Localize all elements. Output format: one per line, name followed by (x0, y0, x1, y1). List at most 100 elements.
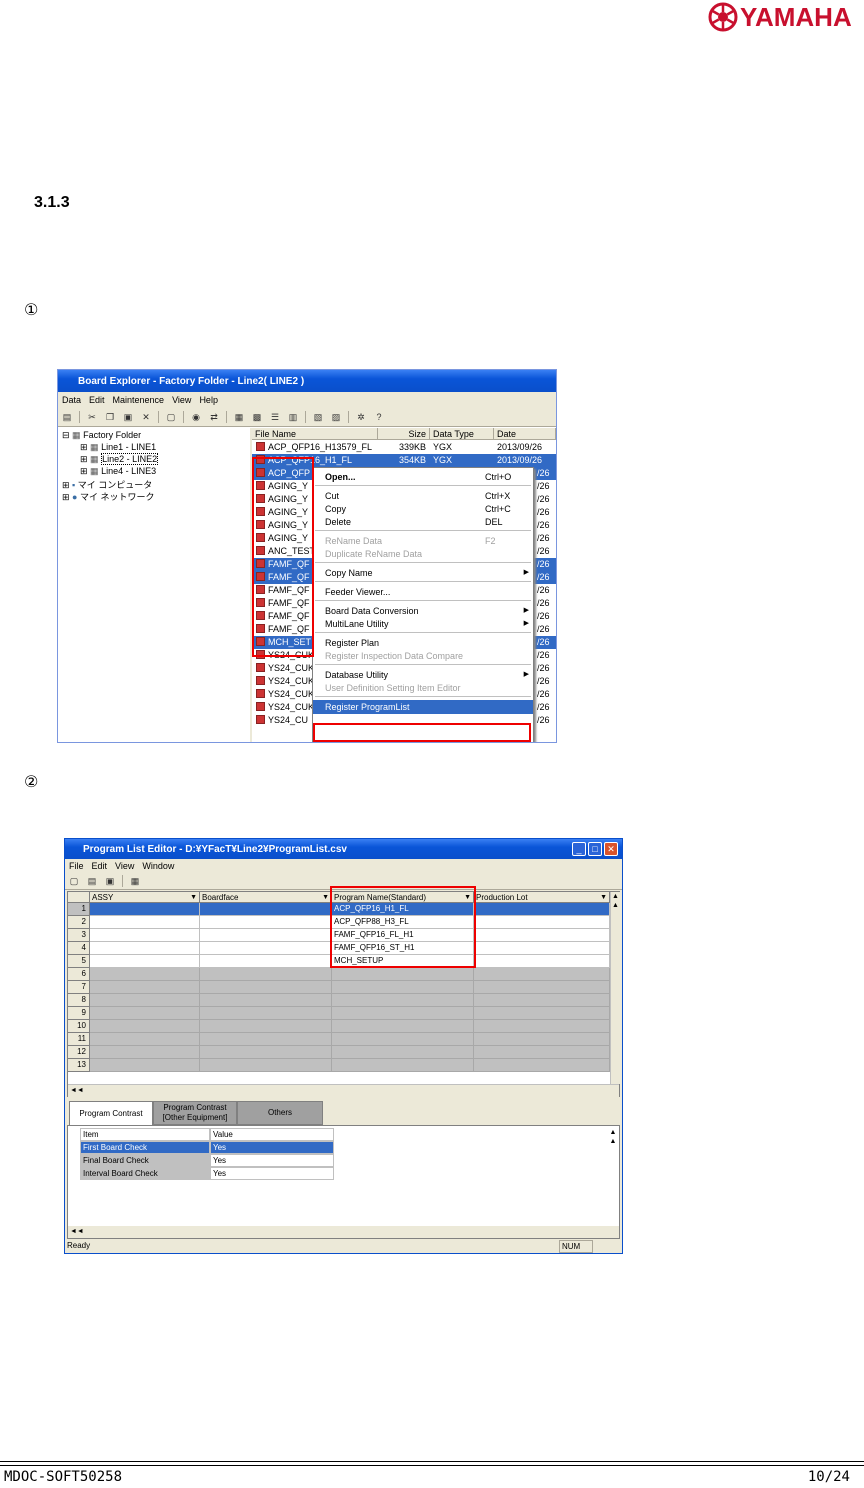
grid-cell[interactable] (332, 1059, 474, 1072)
context-menu-item[interactable]: Feeder Viewer... (313, 585, 533, 599)
property-value[interactable]: Yes (210, 1154, 334, 1167)
table-row[interactable]: 7 (68, 981, 610, 994)
tab-others[interactable]: Others (237, 1101, 323, 1125)
delete-icon[interactable]: ✕ (139, 411, 153, 423)
column-assy[interactable]: ASSY ▼ (90, 892, 200, 903)
table-row[interactable]: 10 (68, 1020, 610, 1033)
grid-cell[interactable] (332, 1046, 474, 1059)
program-list-editor-titlebar[interactable]: Program List Editor - D:¥YFacT¥Line2¥Pro… (65, 839, 622, 859)
property-value[interactable]: Yes (210, 1141, 334, 1154)
context-menu-item[interactable]: Open... Ctrl+O (313, 470, 533, 484)
grid-cell[interactable] (200, 955, 332, 968)
table-row[interactable]: 12 (68, 1046, 610, 1059)
grid-cell[interactable] (474, 903, 610, 916)
menu-edit[interactable]: Edit (92, 861, 108, 871)
property-row[interactable]: Interval Board Check Yes (80, 1167, 334, 1180)
property-scrollbar[interactable]: ▲ ▲ (608, 1128, 618, 1224)
image-icon[interactable]: ▧ (311, 411, 325, 423)
board-explorer-titlebar[interactable]: Board Explorer - Factory Folder - Line2(… (58, 370, 556, 392)
menu-edit[interactable]: Edit (89, 395, 105, 405)
grid-cell[interactable] (90, 942, 200, 955)
table-row[interactable]: 11 (68, 1033, 610, 1046)
grid-cell[interactable] (332, 994, 474, 1007)
grid-cell[interactable] (90, 1020, 200, 1033)
dropdown-arrow-icon[interactable]: ▼ (600, 892, 607, 903)
grid-cell[interactable] (200, 1020, 332, 1033)
grid-cell[interactable] (474, 981, 610, 994)
grid-cell[interactable] (90, 1046, 200, 1059)
grid-cell[interactable] (90, 916, 200, 929)
grid-cell[interactable] (90, 994, 200, 1007)
horizontal-scrollbar[interactable]: ◄◄ (68, 1084, 619, 1097)
grid-cell[interactable] (332, 1007, 474, 1020)
menu-window[interactable]: Window (142, 861, 174, 871)
properties-icon[interactable]: ▢ (164, 411, 178, 423)
table-row[interactable]: 8 (68, 994, 610, 1007)
save-icon[interactable]: ▣ (103, 875, 117, 887)
grid-cell[interactable] (474, 929, 610, 942)
tree-item-line4[interactable]: ⊞ ▦ Line4 - LINE3 (80, 466, 156, 477)
tab-program-contrast-other[interactable]: Program Contrast [Other Equipment] (153, 1101, 237, 1125)
grid-cell[interactable] (474, 968, 610, 981)
convert-icon[interactable]: ⇄ (207, 411, 221, 423)
settings-icon[interactable]: ✲ (354, 411, 368, 423)
context-menu-item[interactable]: Register Inspection Data Compare (313, 649, 533, 663)
context-menu-item[interactable]: Database Utility ▶ (313, 668, 533, 682)
grid-cell[interactable] (200, 903, 332, 916)
column-date[interactable]: Date (494, 428, 556, 440)
grid-cell[interactable] (200, 942, 332, 955)
context-menu-item[interactable]: ReName Data F2 (313, 534, 533, 548)
context-menu-item[interactable]: Cut Ctrl+X (313, 489, 533, 503)
grid-cell[interactable] (474, 955, 610, 968)
context-menu-item[interactable]: Copy Ctrl+C (313, 502, 533, 516)
small-icons-icon[interactable]: ▩ (250, 411, 264, 423)
column-file-name[interactable]: File Name (252, 428, 378, 440)
details-view-icon[interactable]: ▥ (286, 411, 300, 423)
table-row[interactable]: 6 (68, 968, 610, 981)
maximize-button[interactable]: □ (588, 842, 602, 856)
grid-cell[interactable] (90, 955, 200, 968)
menu-maintenence[interactable]: Maintenence (113, 395, 165, 405)
grid-cell[interactable] (474, 1007, 610, 1020)
new-file-icon[interactable]: ▢ (67, 875, 81, 887)
tree-item-line2[interactable]: ⊞ ▦ Line2 - LINE2 (80, 453, 159, 465)
dropdown-arrow-icon[interactable]: ▼ (190, 892, 197, 903)
context-menu-item[interactable]: User Definition Setting Item Editor (313, 681, 533, 695)
column-production-lot[interactable]: Production Lot ▼ (474, 892, 610, 903)
menu-file[interactable]: File (69, 861, 84, 871)
grid-cell[interactable] (474, 1020, 610, 1033)
find-icon[interactable]: ◉ (189, 411, 203, 423)
context-menu-item[interactable]: Duplicate ReName Data (313, 547, 533, 561)
grid-cell[interactable] (474, 1033, 610, 1046)
grid-cell[interactable] (474, 942, 610, 955)
grid-cell[interactable] (90, 1007, 200, 1020)
property-row[interactable]: Final Board Check Yes (80, 1154, 334, 1167)
cut-icon[interactable]: ✂ (85, 411, 99, 423)
context-menu-item[interactable]: MultiLane Utility ▶ (313, 617, 533, 631)
grid-cell[interactable] (200, 981, 332, 994)
column-size[interactable]: Size (378, 428, 430, 440)
tab-program-contrast[interactable]: Program Contrast (69, 1101, 153, 1125)
close-button[interactable]: ✕ (604, 842, 618, 856)
grid-cell[interactable] (90, 981, 200, 994)
grid-cell[interactable] (474, 1046, 610, 1059)
column-data-type[interactable]: Data Type (430, 428, 494, 440)
dropdown-arrow-icon[interactable]: ▼ (322, 892, 329, 903)
grid-cell[interactable] (332, 1020, 474, 1033)
grid-cell[interactable] (90, 1059, 200, 1072)
context-menu-item[interactable]: Delete DEL (313, 515, 533, 529)
property-hscrollbar[interactable]: ◄◄ (68, 1226, 619, 1238)
tree-item-my-network[interactable]: ⊞ ● マイ ネットワーク (62, 490, 155, 503)
menu-view[interactable]: View (172, 395, 191, 405)
grid-cell[interactable] (200, 1033, 332, 1046)
open-folder-icon[interactable]: ▤ (60, 411, 74, 423)
grid-cell[interactable] (332, 968, 474, 981)
grid-cell[interactable] (90, 1033, 200, 1046)
grid-cell[interactable] (474, 916, 610, 929)
list-view-icon[interactable]: ☰ (268, 411, 282, 423)
open-file-icon[interactable]: ▤ (85, 875, 99, 887)
grid-cell[interactable] (200, 968, 332, 981)
paste-icon[interactable]: ▣ (121, 411, 135, 423)
grid-cell[interactable] (332, 981, 474, 994)
tree-root[interactable]: ⊟ ▦ Factory Folder (62, 430, 141, 441)
